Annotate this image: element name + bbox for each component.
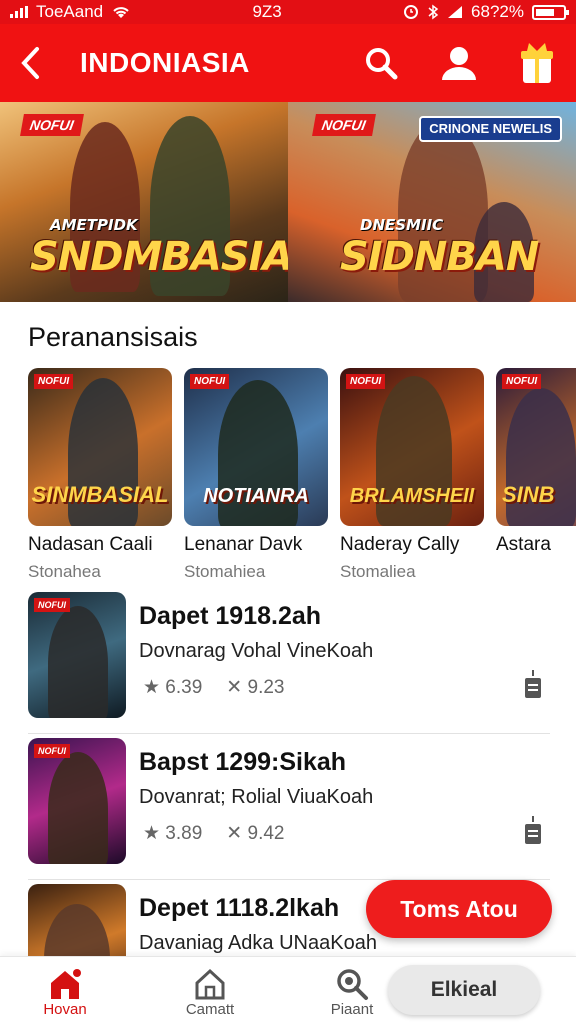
card-subtitle: Stomahiea — [184, 562, 266, 578]
alarm-icon — [404, 5, 419, 19]
nav-pill-button[interactable]: Elkieal — [388, 965, 540, 1015]
game-card[interactable]: NOFUI SINB Astara — [496, 368, 576, 578]
rating-text: ★ 3.89 — [143, 823, 203, 844]
hero-subtitle: AMETPIDK — [50, 216, 138, 234]
section-title: Peranansisais — [28, 322, 198, 352]
list-thumbnail: NOFUI — [28, 592, 126, 718]
card-logo: BRLAMSHEII — [349, 485, 475, 507]
battery-label: 68?2% — [471, 2, 524, 21]
profile-button[interactable] — [420, 24, 498, 102]
thumb-tag: NOFUI — [34, 598, 70, 612]
count-text: ✕ 9.23 — [226, 677, 285, 698]
card-subtitle: Stomaliea — [340, 562, 416, 578]
hero-left-panel[interactable]: NOFUI AMETPIDK SNDMBASIAL — [0, 102, 288, 302]
status-time: 9Z3 — [252, 2, 282, 21]
card-subtitle: Stonahea — [28, 562, 101, 578]
game-card-image: NOFUI SINB — [496, 368, 576, 526]
hero-title: AMETPIDK SNDMBASIAL — [30, 216, 288, 280]
list-thumbnail: NOFUI — [28, 738, 126, 864]
card-tag: NOFUI — [502, 374, 542, 389]
hero-title-text: SNDMBASIAL — [30, 234, 288, 280]
bluetooth-icon — [428, 4, 439, 20]
list-item-title: Bapst 1299:Sikah — [139, 748, 347, 776]
card-logo: SINB — [502, 482, 555, 507]
nav-category-label: Camatt — [185, 1001, 235, 1018]
back-button[interactable] — [0, 24, 60, 102]
app-bar: INDONIASIA — [0, 24, 576, 102]
game-card[interactable]: NOFUI NOTIANRA Lenanar Davk Stomahiea — [184, 368, 328, 578]
thumb-character — [48, 606, 108, 718]
chevron-left-icon — [21, 47, 39, 79]
nav-category[interactable]: Camatt — [165, 967, 255, 1018]
hero-title: DNESMIIC SIDNBAN — [340, 216, 539, 280]
list-item-title: Dapet 1918.2ah — [139, 602, 322, 630]
search-icon — [366, 48, 398, 80]
hero-title-text: SIDNBAN — [340, 234, 539, 280]
download-icon[interactable] — [524, 814, 542, 846]
wifi-icon — [113, 7, 129, 18]
search-icon — [337, 969, 368, 1000]
list-item-subtitle: Dovanrat; Rolial ViuaKoah — [139, 786, 374, 808]
rating-text: ★ 6.39 — [143, 677, 203, 698]
status-bar: ToeAand 9Z3 68?2% — [0, 0, 576, 24]
card-title: Astara — [496, 534, 551, 555]
card-title: Nadasan Caali — [28, 534, 153, 555]
floating-action-button[interactable]: Toms Atou — [366, 880, 552, 938]
game-card-image: NOFUI BRLAMSHEII — [340, 368, 484, 526]
card-title: Naderay Cally — [340, 534, 460, 555]
list-item-stats: ★ 6.39 ✕ 9.23 — [143, 676, 284, 699]
app-title: INDONIASIA — [80, 47, 250, 78]
hero-right-panel[interactable]: NOFUI CRINONE NEWELIS DNESMIIC SIDNBAN — [288, 102, 576, 302]
cell-signal-icon — [448, 6, 463, 18]
hero-tag: NOFUI — [20, 114, 84, 136]
card-tag: NOFUI — [346, 374, 386, 389]
search-button[interactable] — [342, 24, 420, 102]
game-carousel[interactable]: NOFUI SINMBASIAL Nadasan Caali Stonahea … — [28, 368, 576, 578]
gift-icon — [521, 43, 553, 83]
card-logo: NOTIANRA — [203, 485, 309, 507]
card-tag: NOFUI — [190, 374, 230, 389]
game-card-image: NOFUI SINMBASIAL — [28, 368, 172, 526]
count-text: ✕ 9.42 — [226, 823, 285, 844]
hero-banner[interactable]: NOFUI AMETPIDK SNDMBASIAL NOFUI CRINONE … — [0, 102, 576, 302]
carrier-label: ToeAand — [36, 2, 104, 21]
home-icon — [51, 969, 81, 999]
download-icon[interactable] — [524, 668, 542, 700]
list-item[interactable]: NOFUI Dapet 1918.2ah Dovnarag Vohal Vine… — [28, 588, 550, 734]
house-outline-icon — [195, 968, 225, 1000]
hero-tag: NOFUI — [312, 114, 376, 136]
rewards-button[interactable] — [498, 24, 576, 102]
thumb-tag: NOFUI — [34, 744, 70, 758]
card-tag: NOFUI — [34, 374, 74, 389]
game-card[interactable]: NOFUI SINMBASIAL Nadasan Caali Stonahea — [28, 368, 172, 578]
nav-search-label: Piaant — [330, 1001, 374, 1018]
user-icon — [442, 47, 476, 80]
list-item[interactable]: NOFUI Bapst 1299:Sikah Dovanrat; Rolial … — [28, 734, 550, 880]
hero-subtitle: DNESMIIC — [360, 216, 444, 234]
list-item-stats: ★ 3.89 ✕ 9.42 — [143, 822, 284, 845]
list-item-title: Depet 1118.2lkah — [139, 894, 340, 922]
hero-news-badge: CRINONE NEWELIS — [419, 116, 562, 143]
status-left: ToeAand — [10, 2, 131, 22]
thumb-character — [48, 752, 108, 864]
status-right: 68?2% — [403, 2, 569, 22]
nav-home[interactable]: Hovan — [20, 967, 110, 1018]
list-item-subtitle: Davaniag Adka UNaaKoah — [139, 932, 377, 954]
game-card-image: NOFUI NOTIANRA — [184, 368, 328, 526]
battery-icon — [531, 4, 569, 20]
card-logo: SINMBASIAL — [31, 482, 169, 507]
nav-home-label: Hovan — [43, 1001, 87, 1018]
list-item-subtitle: Dovnarag Vohal VineKoah — [139, 640, 374, 662]
bottom-nav: Hovan Camatt Piaant Elkieal — [0, 956, 576, 1024]
nav-search[interactable]: Piaant — [307, 967, 397, 1018]
signal-icon — [10, 6, 28, 18]
card-title: Lenanar Davk — [184, 534, 303, 555]
game-card[interactable]: NOFUI BRLAMSHEII Naderay Cally Stomaliea — [340, 368, 484, 578]
